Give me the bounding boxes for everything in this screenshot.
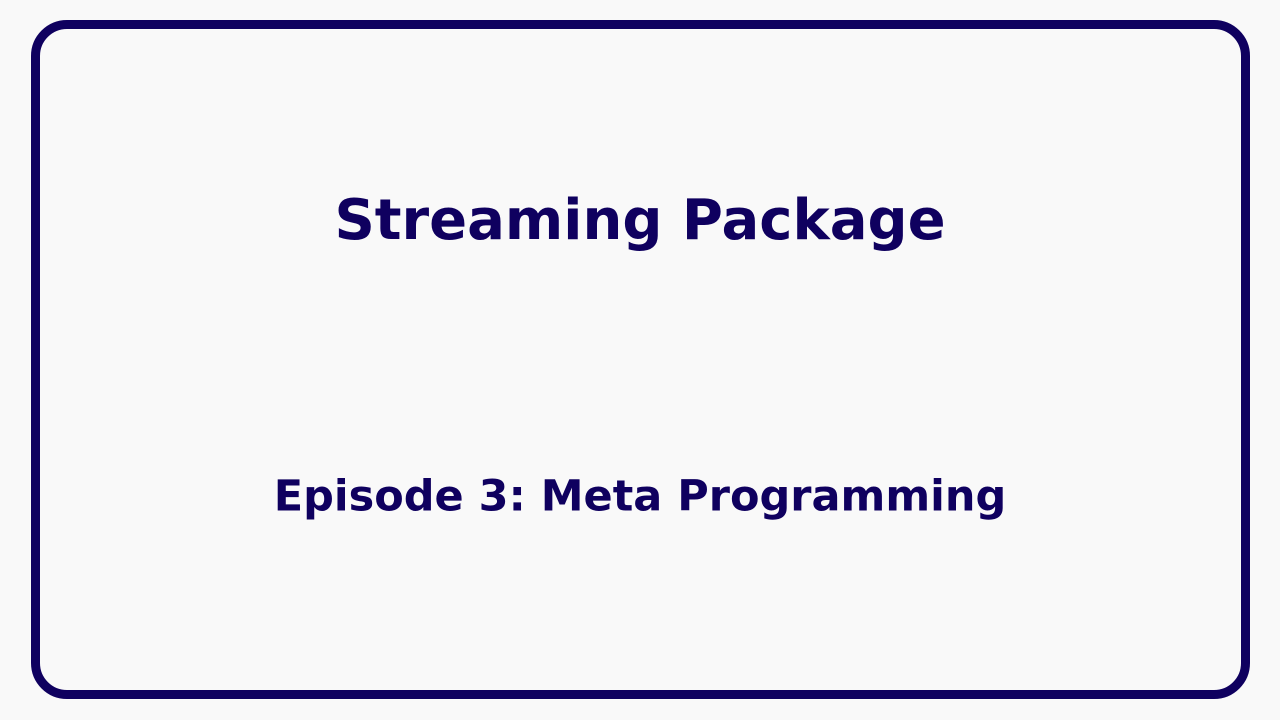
page-title: Streaming Package xyxy=(334,188,946,253)
episode-subtitle: Episode 3: Meta Programming xyxy=(273,471,1007,522)
title-card-frame xyxy=(31,20,1250,699)
